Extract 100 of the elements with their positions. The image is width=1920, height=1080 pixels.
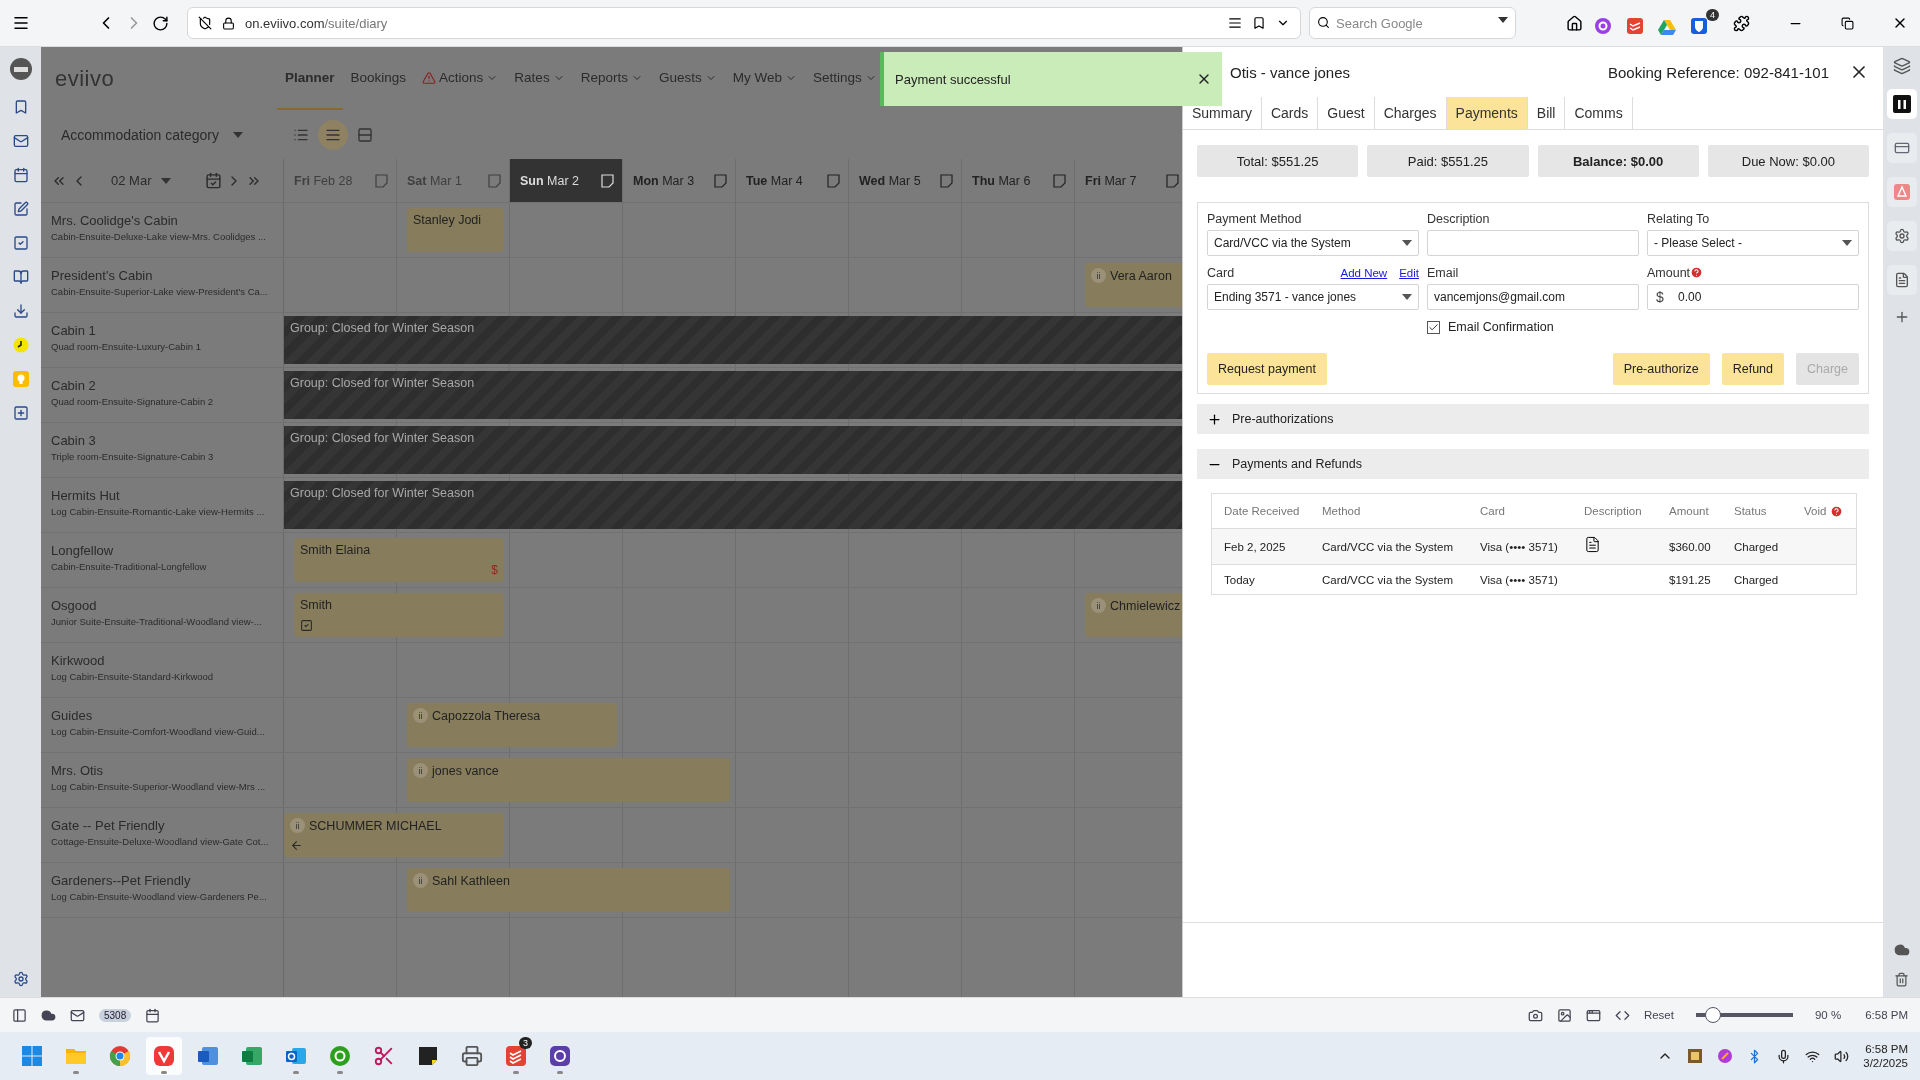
section-header[interactable]: Pre-authorizations <box>1197 404 1869 434</box>
reader-icon[interactable] <box>1228 16 1242 30</box>
card-icon[interactable] <box>1893 140 1910 156</box>
nav-item[interactable]: Planner <box>277 47 343 110</box>
cloud-icon[interactable] <box>1893 942 1910 958</box>
nav-item[interactable]: My Web <box>724 47 805 110</box>
profile-icon[interactable] <box>8 57 33 81</box>
booking-block[interactable]: ii SCHUMMER MICHAEL <box>284 813 504 857</box>
address-bar[interactable]: on.eviivo.com/suite/diary <box>187 7 1301 39</box>
network-icon[interactable] <box>1805 1048 1821 1064</box>
action-button[interactable]: Refund <box>1721 353 1784 385</box>
window-icon[interactable] <box>1585 1007 1601 1023</box>
tray-app-icon[interactable] <box>1687 1048 1704 1064</box>
spreadsheet-app-icon[interactable] <box>240 1044 264 1068</box>
reset-link[interactable]: Reset <box>1643 1009 1674 1021</box>
booking-block[interactable]: ii Vera Aaron <box>1085 263 1182 307</box>
email-confirmation-checkbox[interactable]: Email Confirmation <box>1427 318 1639 336</box>
link[interactable]: Edit <box>1399 266 1419 279</box>
extensions-icon[interactable] <box>1733 14 1750 32</box>
notes-icon[interactable] <box>12 201 29 217</box>
checkbox[interactable] <box>1427 320 1440 334</box>
tab[interactable]: Charges <box>1374 97 1447 129</box>
scissors-icon[interactable] <box>373 1045 395 1067</box>
nav-item[interactable]: Actions <box>414 47 507 110</box>
nav-item[interactable]: Settings <box>804 47 885 110</box>
task-app-icon[interactable] <box>504 1044 528 1068</box>
shield-icon[interactable] <box>198 16 212 30</box>
document-app-icon[interactable] <box>196 1044 220 1068</box>
microphone-icon[interactable] <box>1776 1048 1792 1064</box>
nav-item[interactable]: Guests <box>650 47 725 110</box>
tab[interactable]: Payments <box>1446 97 1528 129</box>
tab[interactable]: Bill <box>1527 97 1566 129</box>
volume-icon[interactable] <box>1834 1048 1850 1064</box>
camera-icon[interactable] <box>1527 1007 1543 1023</box>
caret-icon[interactable] <box>1402 240 1412 246</box>
booking-block[interactable]: ii Chmielewicz <box>1085 593 1182 637</box>
tab[interactable]: Cards <box>1261 97 1319 129</box>
sticky-note-icon[interactable] <box>416 1044 440 1068</box>
shield-extension-icon[interactable] <box>1690 17 1708 35</box>
category-dropdown[interactable]: Accommodation category <box>61 126 286 143</box>
action-button[interactable]: Pre-authorize <box>1612 353 1710 385</box>
settings-icon[interactable] <box>12 971 29 987</box>
extension-icon[interactable] <box>1594 17 1612 35</box>
caret-icon[interactable] <box>1498 17 1508 23</box>
day-header[interactable]: Thu Mar 6 <box>962 159 1075 202</box>
note-icon[interactable] <box>940 173 953 188</box>
email-field[interactable]: vancemjons@gmail.com <box>1427 284 1639 310</box>
note-icon[interactable] <box>827 173 840 188</box>
document-icon[interactable] <box>1893 272 1910 288</box>
note-icon[interactable] <box>714 173 727 188</box>
day-header[interactable]: Mon Mar 3 <box>623 159 736 202</box>
mail-icon[interactable] <box>70 1007 85 1023</box>
bookmark-icon[interactable] <box>1252 16 1266 30</box>
tab[interactable]: Guest <box>1318 97 1375 129</box>
section-header[interactable]: Payments and Refunds <box>1197 449 1869 479</box>
note-icon[interactable] <box>1166 173 1179 188</box>
windows-icon[interactable] <box>20 1044 44 1068</box>
app-icon[interactable] <box>548 1044 572 1068</box>
booking-block[interactable]: ii Capozzola Theresa <box>407 703 617 747</box>
booking-block[interactable]: Smith Elaina $ <box>294 538 504 582</box>
nav-item[interactable]: Rates <box>506 47 573 110</box>
nav-item[interactable]: Bookings <box>342 47 415 110</box>
add-panel-icon[interactable] <box>12 405 29 421</box>
calendar-icon[interactable] <box>12 167 29 183</box>
slider-thumb[interactable] <box>1705 1007 1722 1023</box>
booking-block[interactable]: Smith <box>294 593 504 637</box>
cloud-icon[interactable] <box>41 1007 56 1023</box>
card-select[interactable]: Ending 3571 - vance jones <box>1207 284 1419 310</box>
search-icon[interactable] <box>1317 16 1330 29</box>
accounting-app-icon[interactable] <box>328 1044 352 1068</box>
restore-icon[interactable] <box>1841 16 1854 30</box>
caret-icon[interactable] <box>1842 240 1852 246</box>
clock-icon[interactable] <box>12 337 29 353</box>
reading-list-icon[interactable] <box>12 269 29 285</box>
description-field[interactable] <box>1427 230 1639 256</box>
booking-block[interactable]: ii Sahl Kathleen <box>407 868 730 912</box>
image-icon[interactable] <box>1556 1007 1572 1023</box>
date-picker[interactable]: 02 Mar <box>111 173 172 188</box>
closure-block[interactable]: Group: Closed for Winter Season <box>284 371 1182 419</box>
help-icon[interactable] <box>1830 504 1844 518</box>
day-header[interactable]: Tue Mar 4 <box>736 159 849 202</box>
booking-block[interactable]: Stanley Jodi <box>407 208 504 252</box>
layers-icon[interactable] <box>1892 57 1911 75</box>
trash-icon[interactable] <box>1894 972 1909 987</box>
browser-icon[interactable] <box>152 1044 176 1068</box>
extension-icon[interactable] <box>1626 17 1644 35</box>
tab[interactable]: Comms <box>1565 97 1633 129</box>
home-icon[interactable] <box>1566 14 1583 32</box>
closure-block[interactable]: Group: Closed for Winter Season <box>284 316 1182 364</box>
expand-icon[interactable] <box>1207 411 1222 427</box>
day-header[interactable]: Sun Mar 2 <box>510 159 623 202</box>
closure-block[interactable]: Group: Closed for Winter Season <box>284 426 1182 474</box>
mail-icon[interactable] <box>12 133 29 149</box>
payment-method-select[interactable]: Card/VCC via the System <box>1207 230 1419 256</box>
day-header[interactable]: Wed Mar 5 <box>849 159 962 202</box>
drive-icon[interactable] <box>1658 19 1676 35</box>
calendar-icon[interactable] <box>145 1007 161 1023</box>
panel-toggle-icon[interactable] <box>12 1007 27 1023</box>
note-icon[interactable] <box>1053 173 1066 188</box>
browser-icon[interactable] <box>108 1044 132 1068</box>
